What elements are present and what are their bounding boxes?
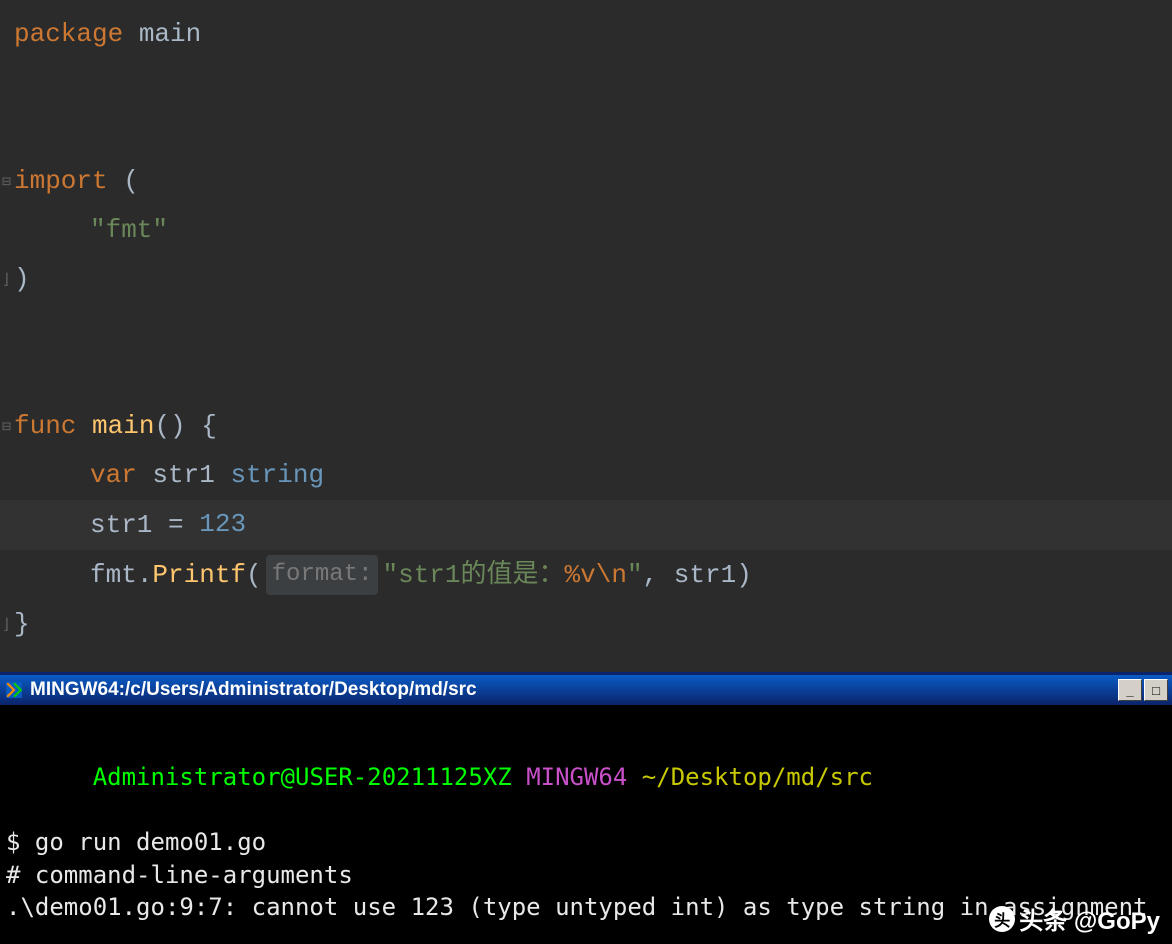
brace-close: } xyxy=(14,605,30,644)
string-literal: "str1的值是： xyxy=(382,556,564,595)
paren-open: ( xyxy=(123,162,139,201)
func-name: main xyxy=(92,407,154,446)
code-line: ⌋ ) xyxy=(0,255,1172,304)
keyword-func: func xyxy=(14,407,76,446)
blank-line xyxy=(0,304,1172,353)
title-bar[interactable]: MINGW64:/c/Users/Administrator/Desktop/m… xyxy=(0,675,1172,705)
keyword-package: package xyxy=(14,15,123,54)
code-line: package main xyxy=(0,10,1172,59)
watermark-icon: 头 xyxy=(989,906,1015,932)
blank-line xyxy=(0,353,1172,402)
keyword-import: import xyxy=(14,162,108,201)
window-controls: _ □ × xyxy=(1118,679,1168,701)
identifier: str1 xyxy=(152,456,214,495)
code-editor[interactable]: package main ⊟ import ( "fmt" ⌋ ) ⊟ func… xyxy=(0,0,1172,672)
error-value: 123 xyxy=(199,505,246,545)
terminal-prompt: Administrator@USER-20211125XZ MINGW64 ~/… xyxy=(6,729,1166,826)
terminal-line: $ go run demo01.go xyxy=(6,826,1166,858)
minimize-button[interactable]: _ xyxy=(1118,679,1142,701)
terminal-env: MINGW64 xyxy=(526,763,627,791)
param-hint: format: xyxy=(266,555,379,595)
terminal-user: Administrator@USER-20211125XZ xyxy=(93,763,512,791)
code-line: ⊟ import ( xyxy=(0,157,1172,206)
fold-end-icon: ⌋ xyxy=(2,615,16,635)
code-line: ⌋ } xyxy=(0,600,1172,649)
terminal-icon xyxy=(4,680,24,700)
escape-seq: \n xyxy=(596,556,627,595)
keyword-var: var xyxy=(90,456,137,495)
format-verb: %v xyxy=(565,556,596,595)
parens: () xyxy=(154,407,185,446)
blank-line xyxy=(0,59,1172,108)
paren-close: ) xyxy=(14,260,30,299)
watermark-text: 头条 @GoPy xyxy=(1019,901,1160,936)
package-name: main xyxy=(139,15,201,54)
window-title: MINGW64:/c/Users/Administrator/Desktop/m… xyxy=(30,679,1118,701)
code-line-active: str1 = 123 xyxy=(0,500,1172,550)
identifier: str1 xyxy=(90,506,152,545)
fold-icon[interactable]: ⊟ xyxy=(2,417,16,437)
terminal-path: ~/Desktop/md/src xyxy=(642,763,873,791)
arg: str1 xyxy=(674,556,736,595)
import-path: "fmt" xyxy=(90,211,168,250)
fold-end-icon: ⌋ xyxy=(2,270,16,290)
brace-open: { xyxy=(186,407,217,446)
terminal-body[interactable]: Administrator@USER-20211125XZ MINGW64 ~/… xyxy=(0,705,1172,929)
watermark: 头 头条 @GoPy xyxy=(989,901,1160,936)
blank-line xyxy=(0,108,1172,157)
type-string: string xyxy=(230,456,324,495)
pkg-ref: fmt xyxy=(90,556,137,595)
code-line: ⊟ func main() { xyxy=(0,402,1172,451)
fold-icon[interactable]: ⊟ xyxy=(2,172,16,192)
terminal-line: # command-line-arguments xyxy=(6,859,1166,891)
code-line: fmt.Printf(format:"str1的值是：%v\n", str1) xyxy=(0,550,1172,600)
code-line: "fmt" xyxy=(0,206,1172,255)
code-line: var str1 string xyxy=(0,451,1172,500)
func-call: Printf xyxy=(152,556,246,595)
maximize-button[interactable]: □ xyxy=(1144,679,1168,701)
equals: = xyxy=(152,506,199,545)
